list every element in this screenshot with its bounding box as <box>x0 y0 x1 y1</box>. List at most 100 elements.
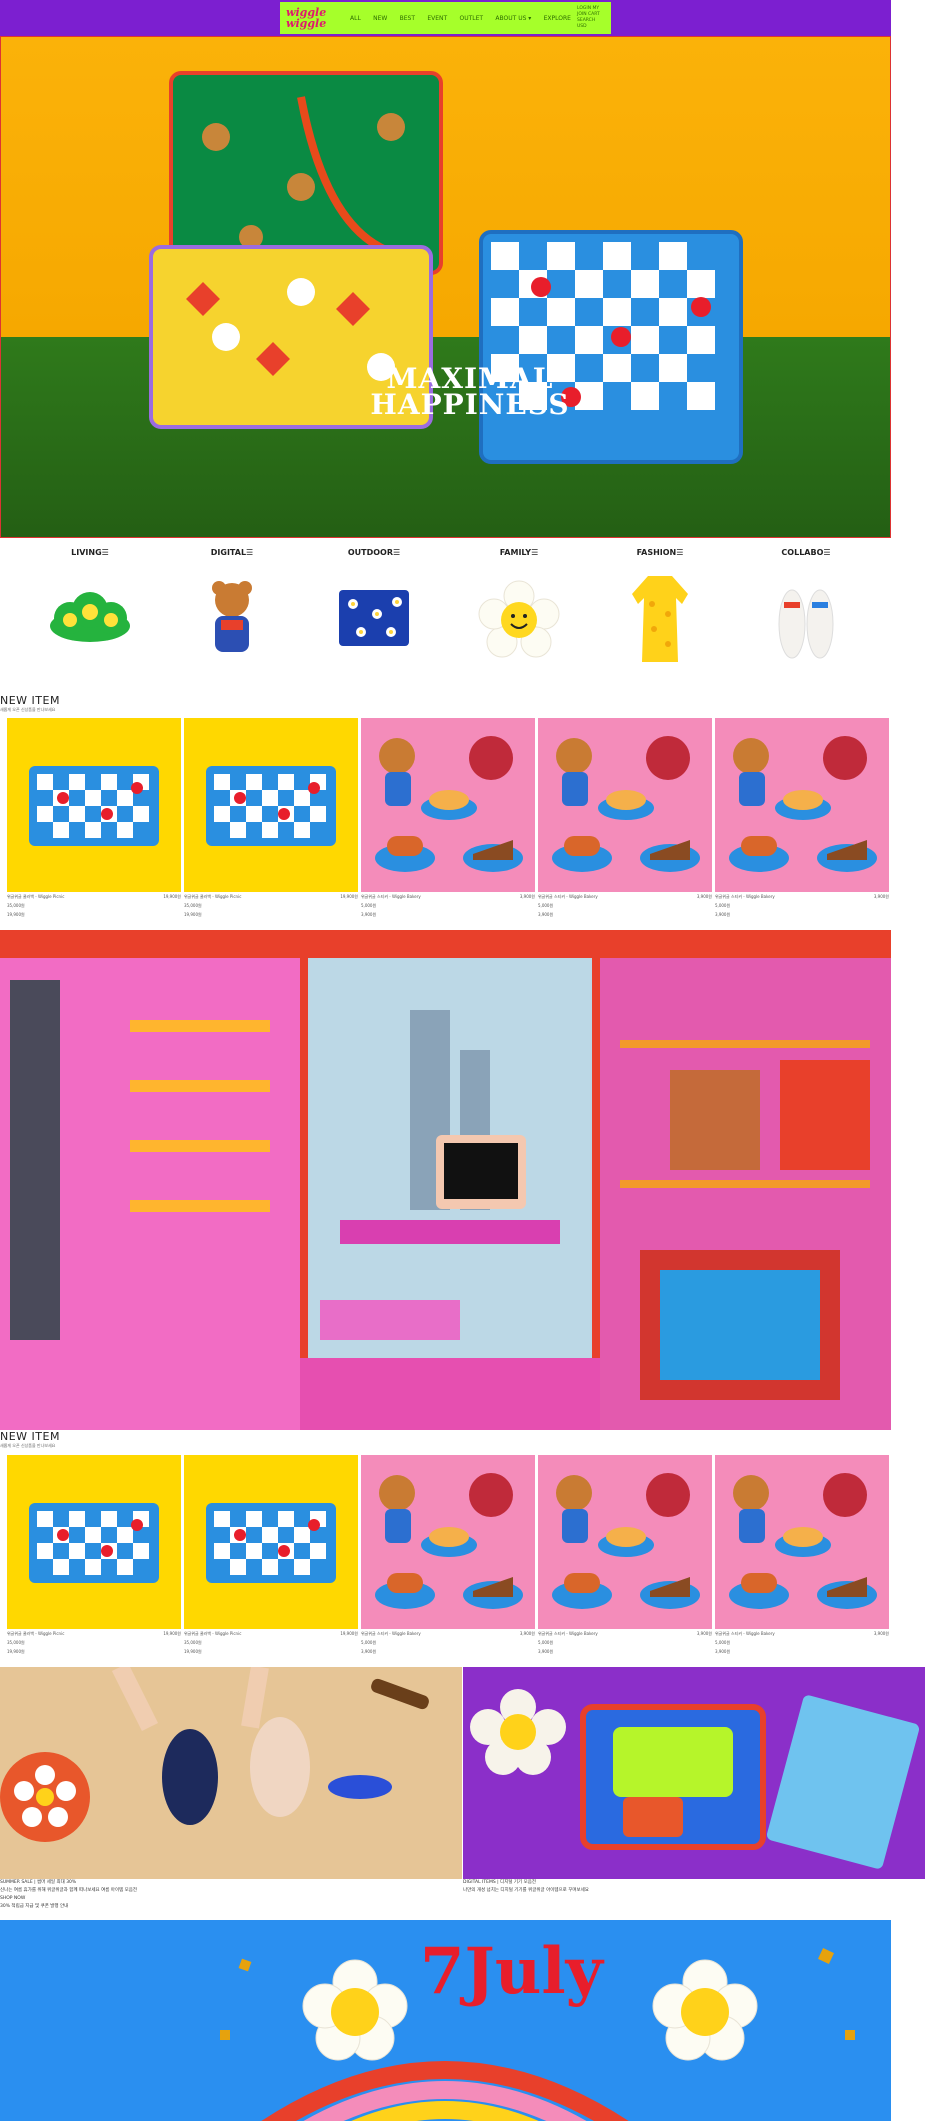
promo-beach-line2: 신나는 여름 휴가를 위해 위글위글과 함께 떠나보세요 여름 아이템 모음전 <box>0 1888 138 1893</box>
product-sale-price: 19,900원 <box>184 912 202 917</box>
product-grid-2: 위글위글 쿨러백 - Wiggle Picnic 19,900원 35,000원… <box>7 1455 891 1665</box>
main-navigation: wiggle wiggle ALL NEW BEST EVENT OUTLET … <box>280 2 611 34</box>
flower-pouch-icon <box>339 590 409 646</box>
product-card[interactable]: 위글위글 스티커 - Wiggle Bakery 3,900원 5,000원 3… <box>538 1455 712 1655</box>
currency-link[interactable]: USD <box>577 24 605 30</box>
product-card[interactable]: 위글위글 쿨러백 - Wiggle Picnic 19,900원 35,000원… <box>7 1455 181 1655</box>
store-interior-banner[interactable] <box>0 930 891 1430</box>
product-image[interactable] <box>715 718 889 892</box>
promo-digital-line1: DIGITAL ITEMS | 디지털 기기 모음전 <box>463 1880 537 1885</box>
product-price: 19,900원 <box>340 1631 358 1636</box>
product-card[interactable]: 위글위글 스티커 - Wiggle Bakery 3,900원 5,000원 3… <box>361 718 535 918</box>
nav-menu: ALL NEW BEST EVENT OUTLET ABOUT US ▾ EXP… <box>344 15 577 22</box>
product-name[interactable]: 위글위글 스티커 - Wiggle Bakery <box>361 894 421 899</box>
product-original-price: 35,000원 <box>7 1640 25 1645</box>
product-original-price: 5,000원 <box>538 1640 554 1645</box>
product-image[interactable] <box>361 1455 535 1629</box>
product-card[interactable]: 위글위글 스티커 - Wiggle Bakery 3,900원 5,000원 3… <box>538 718 712 918</box>
brand-logo[interactable]: wiggle wiggle <box>286 7 344 29</box>
product-price: 19,900원 <box>340 894 358 899</box>
product-sale-price: 3,900원 <box>538 912 554 917</box>
product-card[interactable]: 위글위글 스티커 - Wiggle Bakery 3,900원 5,000원 3… <box>715 718 889 918</box>
category-outdoor[interactable]: OUTDOOR☰ <box>329 548 419 646</box>
product-sale-price: 3,900원 <box>361 912 377 917</box>
product-name[interactable]: 위글위글 쿨러백 - Wiggle Picnic <box>7 894 64 899</box>
product-price: 19,900원 <box>163 894 181 899</box>
category-digital[interactable]: DIGITAL☰ <box>187 548 277 652</box>
hero-bags-illustration <box>149 71 743 464</box>
product-image[interactable] <box>7 1455 181 1629</box>
hero-title-line2: HAPPINESS <box>370 388 570 421</box>
product-original-price: 5,000원 <box>361 1640 377 1645</box>
product-image[interactable] <box>184 718 358 892</box>
product-original-price: 35,000원 <box>184 1640 202 1645</box>
yellow-robe-icon <box>632 576 688 662</box>
nav-item-best[interactable]: BEST <box>400 15 415 22</box>
product-price: 19,900원 <box>163 1631 181 1636</box>
smile-flower-icon <box>478 580 560 658</box>
july-title: 7July <box>420 1934 603 2009</box>
nav-item-event[interactable]: EVENT <box>427 15 447 22</box>
product-image[interactable] <box>184 1455 358 1629</box>
store-interior-illustration <box>0 930 891 1430</box>
product-price: 3,900원 <box>873 1631 889 1636</box>
category-living[interactable]: LIVING☰ <box>45 548 135 642</box>
product-original-price: 5,000원 <box>538 903 554 908</box>
category-label: FASHION☰ <box>636 548 684 557</box>
product-price: 3,900원 <box>519 894 535 899</box>
product-card[interactable]: 위글위글 쿨러백 - Wiggle Picnic 19,900원 35,000원… <box>184 1455 358 1655</box>
nav-item-explore[interactable]: EXPLORE <box>544 15 571 22</box>
bear-doll-icon <box>212 581 252 652</box>
nav-item-outlet[interactable]: OUTLET <box>460 15 484 22</box>
promo-beach-banner[interactable] <box>0 1667 462 1879</box>
category-family[interactable]: FAMILY☰ <box>474 548 564 658</box>
product-price: 3,900원 <box>873 894 889 899</box>
category-label: LIVING☰ <box>71 548 109 557</box>
promo-beach-line1: SUMMER SALE | 썸머 세일 최대 30% <box>0 1880 77 1885</box>
product-image[interactable] <box>538 718 712 892</box>
category-collabo[interactable]: COLLABO☰ <box>761 548 851 659</box>
product-name[interactable]: 위글위글 스티커 - Wiggle Bakery <box>715 894 775 899</box>
beach-illustration <box>0 1667 462 1879</box>
product-name[interactable]: 위글위글 쿨러백 - Wiggle Picnic <box>7 1631 64 1636</box>
product-name[interactable]: 위글위글 쿨러백 - Wiggle Picnic <box>184 894 241 899</box>
promo-beach-line3[interactable]: SHOP NOW <box>0 1895 462 1903</box>
product-card[interactable]: 위글위글 스티커 - Wiggle Bakery 3,900원 5,000원 3… <box>715 1455 889 1655</box>
promo-beach-line4: 30% 적립금 지급 및 쿠폰 발행 안내 <box>0 1904 69 1909</box>
category-label: DIGITAL☰ <box>210 548 254 557</box>
product-name[interactable]: 위글위글 스티커 - Wiggle Bakery <box>361 1631 421 1636</box>
new-item-title: NEW ITEM <box>0 694 60 707</box>
product-name[interactable]: 위글위글 스티커 - Wiggle Bakery <box>715 1631 775 1636</box>
hero-banner[interactable] <box>0 36 891 538</box>
product-original-price: 5,000원 <box>715 1640 731 1645</box>
product-sale-price: 3,900원 <box>715 1649 731 1654</box>
nav-item-all[interactable]: ALL <box>350 15 361 22</box>
product-image[interactable] <box>361 718 535 892</box>
category-label: OUTDOOR☰ <box>347 548 401 557</box>
july-event-banner[interactable]: 7July <box>0 1920 891 2121</box>
product-card[interactable]: 위글위글 스티커 - Wiggle Bakery 3,900원 5,000원 3… <box>361 1455 535 1655</box>
category-label: FAMILY☰ <box>499 548 539 557</box>
promo-digital-banner[interactable] <box>463 1667 925 1879</box>
product-image[interactable] <box>538 1455 712 1629</box>
product-sale-price: 19,900원 <box>7 1649 25 1654</box>
product-price: 3,900원 <box>696 1631 712 1636</box>
product-image[interactable] <box>715 1455 889 1629</box>
product-name[interactable]: 위글위글 스티커 - Wiggle Bakery <box>538 894 598 899</box>
product-sale-price: 3,900원 <box>538 1649 554 1654</box>
product-name[interactable]: 위글위글 스티커 - Wiggle Bakery <box>538 1631 598 1636</box>
nav-item-about[interactable]: ABOUT US ▾ <box>495 15 531 22</box>
product-original-price: 5,000원 <box>715 903 731 908</box>
product-image[interactable] <box>7 718 181 892</box>
nav-item-new[interactable]: NEW <box>373 15 387 22</box>
new-item-subtitle: 새롭게 오픈 신상품을 만나보세요 <box>0 1443 56 1448</box>
product-name[interactable]: 위글위글 쿨러백 - Wiggle Picnic <box>184 1631 241 1636</box>
promo-digital-line2: 나만의 개성 넘치는 디지털 기기를 위글위글 아이템으로 꾸며보세요 <box>463 1888 589 1893</box>
product-card[interactable]: 위글위글 쿨러백 - Wiggle Picnic 19,900원 35,000원… <box>7 718 181 918</box>
slippers-icon <box>778 589 834 659</box>
category-fashion[interactable]: FASHION☰ <box>615 548 705 662</box>
product-card[interactable]: 위글위글 쿨러백 - Wiggle Picnic 19,900원 35,000원… <box>184 718 358 918</box>
product-sale-price: 3,900원 <box>715 912 731 917</box>
hero-title: MAXIMAL HAPPINESS <box>360 365 580 421</box>
product-sale-price: 3,900원 <box>361 1649 377 1654</box>
